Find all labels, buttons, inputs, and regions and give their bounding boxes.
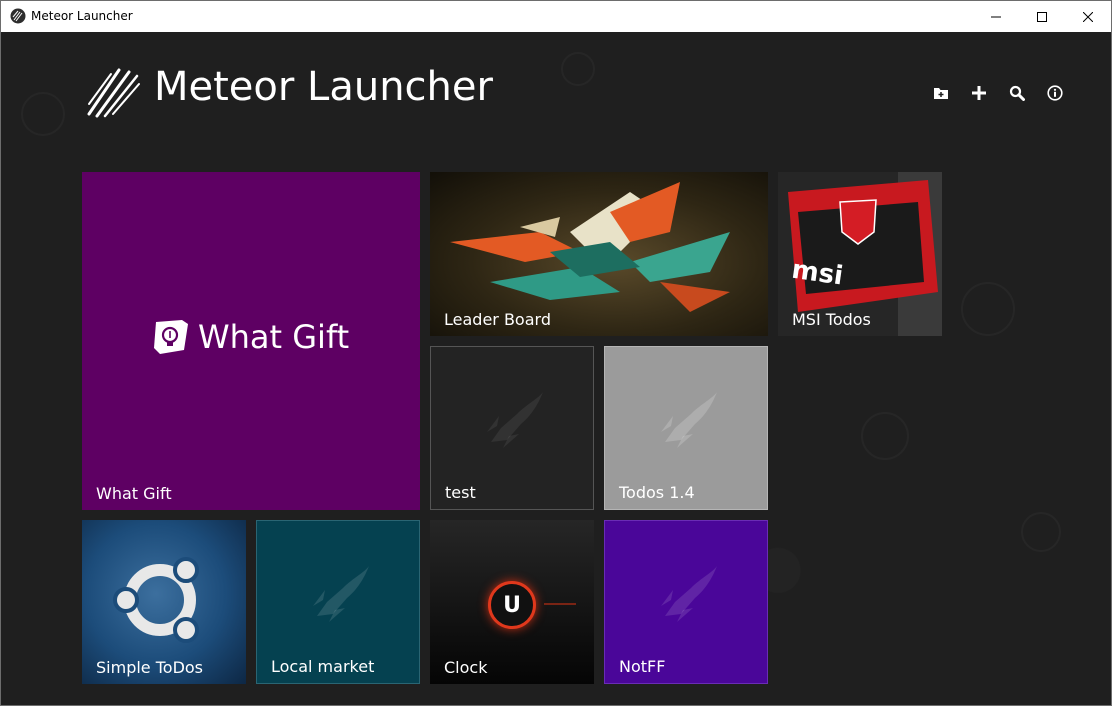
app-tile-msi-todos[interactable]: msi MSI Todos [778,172,942,336]
background-doodle [861,412,909,460]
tile-label: Leader Board [444,310,551,329]
tile-label: MSI Todos [792,310,871,329]
app-tile-simple-todos[interactable]: Simple ToDos [82,520,246,684]
clock-logo-text: U [503,592,521,618]
meteor-app-icon [10,8,26,24]
title-bar[interactable]: Meteor Launcher [1,1,1111,32]
app-tile-test[interactable]: test [430,346,594,510]
search-button[interactable] [1006,82,1028,104]
about-button[interactable] [1044,82,1066,104]
tile-label: What Gift [96,484,172,503]
rocket-icon [661,566,717,622]
what-gift-logo-text: What Gift [198,318,350,356]
tile-label: Local market [271,657,375,676]
app-brand-title: Meteor Launcher [154,64,493,110]
background-doodle [561,52,595,86]
app-tile-leader-board[interactable]: Leader Board [430,172,768,336]
info-icon [1047,85,1063,101]
what-gift-logo: What Gift [154,318,349,356]
maximize-button[interactable] [1019,1,1065,32]
tile-label: Todos 1.4 [619,483,695,502]
open-folder-button[interactable] [930,82,952,104]
app-tile-notff[interactable]: NotFF [604,520,768,684]
minimize-button[interactable] [973,1,1019,32]
rocket-icon [487,392,543,448]
app-tile-clock[interactable]: U Clock [430,520,594,684]
search-icon [1009,85,1025,101]
tile-label: test [445,483,476,502]
close-button[interactable] [1065,1,1111,32]
rocket-icon [661,392,717,448]
plus-icon [972,86,986,100]
tile-label: Simple ToDos [96,658,204,677]
clock-logo-icon: U [488,581,536,629]
app-window: Meteor Launcher Meteor Launcher What Gif… [0,0,1112,706]
window-title: Meteor Launcher [31,9,133,23]
tile-label: NotFF [619,657,666,676]
close-icon [1083,11,1093,22]
background-doodle [1021,512,1061,552]
add-app-button[interactable] [968,82,990,104]
background-doodle [21,92,65,136]
minimize-icon [991,16,1001,17]
maximize-icon [1037,11,1047,22]
launcher-content: Meteor Launcher What Gift What Gift Lead… [1,32,1111,705]
folder-icon [934,88,948,99]
app-tile-what-gift[interactable]: What Gift What Gift [82,172,420,510]
clock-logo-tagline [544,603,576,605]
gift-logo-icon [154,320,188,354]
background-doodle [961,282,1015,336]
tile-label: Clock [444,658,488,677]
app-tile-todos-1-4[interactable]: Todos 1.4 [604,346,768,510]
app-tile-local-market[interactable]: Local market [256,520,420,684]
meteor-logo-icon [87,68,140,118]
rocket-icon [313,566,369,622]
